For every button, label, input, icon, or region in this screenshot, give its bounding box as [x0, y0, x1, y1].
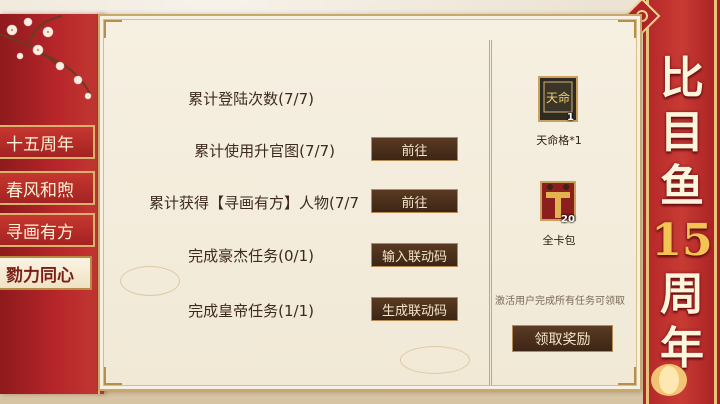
- lantern-icon: [651, 364, 687, 396]
- tab-label: 十五周年: [6, 134, 74, 155]
- panel-corner-ornament: [104, 367, 122, 385]
- reward-quantity: 1: [567, 112, 574, 123]
- fate-card-text: 天命: [546, 90, 570, 105]
- go-button[interactable]: 前往: [371, 189, 458, 213]
- plum-blossom-decoration: [0, 15, 92, 100]
- reward-condition-hint: 激活用户完成所有任务可领取: [495, 296, 625, 307]
- panel-corner-ornament: [618, 367, 636, 385]
- task-collect-characters: 累计获得【寻画有方】人物(7/7: [149, 194, 359, 212]
- tab-label: 勠力同心: [6, 265, 74, 286]
- tab-label: 寻画有方: [6, 222, 74, 243]
- title-char: 目: [660, 107, 704, 158]
- go-button[interactable]: 前往: [371, 137, 458, 161]
- reward-name: 全卡包: [542, 234, 576, 247]
- cloud-pattern: [400, 346, 470, 374]
- title-char: 比: [660, 53, 704, 104]
- task-hero-mission: 完成豪杰任务(0/1): [188, 247, 314, 265]
- tab-united-effort[interactable]: 勠力同心: [0, 256, 92, 290]
- panel-divider: [489, 40, 492, 385]
- task-emperor-mission: 完成皇帝任务(1/1): [188, 302, 314, 320]
- title-char: 鱼: [660, 161, 704, 212]
- panel-corner-ornament: [618, 20, 636, 38]
- task-promotion-chart: 累计使用升官图(7/7): [194, 142, 335, 160]
- tab-label: 春风和煦: [6, 180, 74, 201]
- reward-name: 天命格*1: [536, 134, 582, 147]
- generate-link-code-button[interactable]: 生成联动码: [371, 297, 458, 321]
- event-title-vertical: 比 目 鱼 15 周 年: [651, 52, 713, 376]
- title-char: 周: [660, 269, 704, 320]
- cloud-pattern: [120, 266, 180, 296]
- enter-link-code-button[interactable]: 输入联动码: [371, 243, 458, 267]
- tab-spring-breeze[interactable]: 春风和煦: [0, 171, 95, 205]
- reward-quantity: 20: [561, 214, 575, 225]
- tab-fifteen-anniversary[interactable]: 十五周年: [0, 125, 95, 159]
- tab-painting-hunt[interactable]: 寻画有方: [0, 213, 95, 247]
- title-char-number: 15: [651, 215, 713, 266]
- claim-reward-button[interactable]: 领取奖励: [512, 325, 613, 352]
- panel-corner-ornament: [104, 20, 122, 38]
- task-login-count: 累计登陆次数(7/7): [188, 90, 314, 108]
